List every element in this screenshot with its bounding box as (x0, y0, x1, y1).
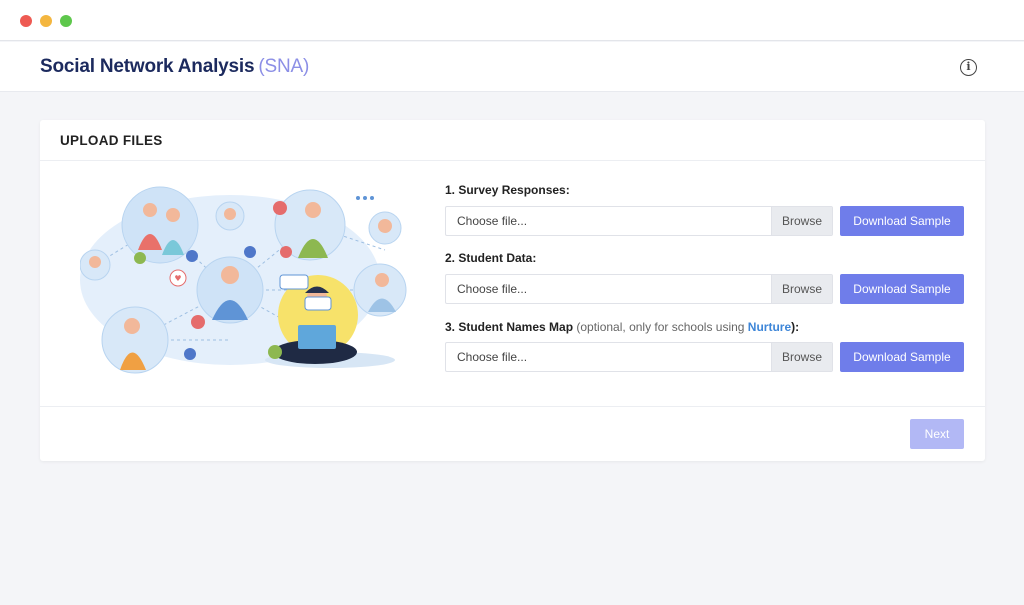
student-names-map-file-input[interactable]: Choose file... Browse (445, 342, 833, 372)
survey-responses-file-input[interactable]: Choose file... Browse (445, 206, 833, 236)
download-sample-button[interactable]: Download Sample (840, 206, 964, 236)
file-input-placeholder: Choose file... (457, 282, 528, 296)
optional-note: (optional, only for schools using (573, 320, 748, 334)
window-zoom-dot[interactable] (60, 15, 72, 27)
file-input-placeholder: Choose file... (457, 214, 528, 228)
student-data-file-input[interactable]: Choose file... Browse (445, 274, 833, 304)
browse-button[interactable]: Browse (771, 207, 832, 235)
field-label-text: 3. Student Names Map (445, 320, 574, 334)
upload-card: UPLOAD FILES ♥ 1. Survey Responses: Choo… (40, 120, 985, 461)
window-minimize-dot[interactable] (40, 15, 52, 27)
survey-responses-label: 1. Survey Responses: (445, 183, 570, 197)
field-label-end: ): (791, 320, 800, 334)
browse-button[interactable]: Browse (771, 343, 832, 371)
page-title-text: Social Network Analysis (40, 56, 255, 77)
next-button[interactable]: Next (910, 419, 964, 449)
download-sample-button[interactable]: Download Sample (840, 342, 964, 372)
window-close-dot[interactable] (20, 15, 32, 27)
social-network-illustration: ♥ (80, 186, 407, 374)
nurture-link[interactable]: Nurture (748, 320, 791, 334)
file-input-placeholder: Choose file... (457, 350, 528, 364)
app-header: Social Network Analysis (SNA) (0, 42, 1024, 92)
student-names-map-label: 3. Student Names Map (optional, only for… (445, 320, 799, 334)
student-data-label: 2. Student Data: (445, 251, 537, 265)
card-title: UPLOAD FILES (60, 133, 163, 148)
window-titlebar (0, 0, 1024, 41)
download-sample-button[interactable]: Download Sample (840, 274, 964, 304)
card-footer: Next (40, 406, 985, 461)
page-title: Social Network Analysis (SNA) (40, 56, 309, 78)
card-header: UPLOAD FILES (40, 120, 985, 161)
browse-button[interactable]: Browse (771, 275, 832, 303)
info-icon[interactable]: i (960, 59, 977, 76)
svg-text:♥: ♥ (174, 274, 181, 283)
page-title-abbr: (SNA) (258, 56, 310, 77)
